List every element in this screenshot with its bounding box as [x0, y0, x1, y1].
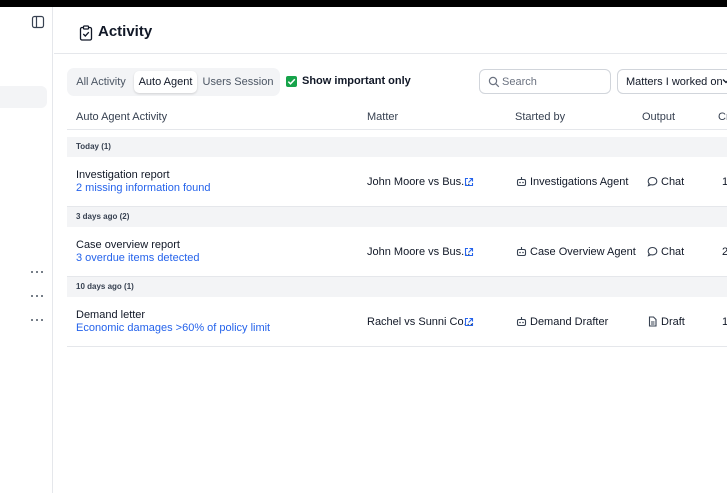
top-bar	[0, 0, 727, 7]
chevron-down-icon	[722, 79, 727, 84]
sidebar-toggle-icon[interactable]	[31, 15, 45, 29]
important-only-checkbox[interactable]	[286, 76, 297, 87]
group-label: 10 days ago (1)	[76, 282, 134, 291]
group-header: 3 days ago (2)	[67, 207, 727, 227]
matters-filter-label: Matters I worked on	[626, 76, 723, 88]
activity-title: Demand letter	[76, 309, 146, 321]
chat-bubble-icon	[647, 176, 658, 187]
tab-users-session[interactable]: Users Session	[200, 71, 276, 93]
main-panel: Activity All Activity Auto Agent Users S…	[54, 7, 727, 493]
output-type[interactable]: Chat	[661, 246, 684, 258]
table-row[interactable]: Demand letter Economic damages >60% of p…	[67, 298, 727, 347]
column-header-output[interactable]: Output	[642, 111, 675, 123]
external-link-icon[interactable]	[464, 247, 474, 257]
search-box[interactable]	[479, 69, 611, 94]
external-link-icon[interactable]	[464, 317, 474, 327]
robot-icon	[516, 177, 527, 187]
sidebar-active-item[interactable]	[0, 86, 47, 108]
more-horizontal-icon[interactable]	[31, 318, 43, 322]
matter-name: Rachel vs Sunni Co...	[367, 316, 473, 328]
column-header-started-by[interactable]: Started by	[515, 111, 565, 123]
search-input[interactable]	[502, 73, 602, 90]
page-title: Activity	[98, 23, 153, 40]
document-icon	[648, 316, 657, 327]
table-row[interactable]: Case overview report 3 overdue items det…	[67, 228, 727, 277]
column-header-matter[interactable]: Matter	[367, 111, 398, 123]
important-only-label: Show important only	[302, 75, 411, 87]
search-icon	[488, 76, 500, 88]
activity-title: Case overview report	[76, 239, 180, 251]
table-header: Auto Agent Activity Matter Started by Ou…	[67, 104, 727, 130]
group-header: Today (1)	[67, 137, 727, 157]
output-type[interactable]: Draft	[661, 316, 685, 328]
matter-name: John Moore vs Bus...	[367, 246, 471, 258]
created-value: 1	[722, 176, 727, 188]
group-label: 3 days ago (2)	[76, 212, 130, 221]
more-horizontal-icon[interactable]	[31, 294, 43, 298]
activity-detail-link[interactable]: Economic damages >60% of policy limit	[76, 322, 270, 334]
started-by-agent: Investigations Agent	[530, 176, 629, 188]
activity-detail-link[interactable]: 2 missing information found	[76, 182, 211, 194]
robot-icon	[516, 317, 527, 327]
output-type[interactable]: Chat	[661, 176, 684, 188]
chat-bubble-icon	[647, 246, 658, 257]
group-label: Today (1)	[76, 142, 111, 151]
activity-detail-link[interactable]: 3 overdue items detected	[76, 252, 200, 264]
page-header: Activity	[54, 7, 727, 54]
column-header-created[interactable]: Cr	[718, 111, 727, 123]
robot-icon	[516, 247, 527, 257]
tab-auto-agent[interactable]: Auto Agent	[134, 71, 197, 93]
clipboard-check-icon	[79, 25, 93, 41]
created-value: 2	[722, 246, 727, 258]
sidebar	[0, 7, 53, 493]
more-horizontal-icon[interactable]	[31, 270, 43, 274]
activity-title: Investigation report	[76, 169, 170, 181]
tab-all-activity[interactable]: All Activity	[70, 71, 132, 93]
table-row[interactable]: Investigation report 2 missing informati…	[67, 158, 727, 207]
column-header-activity[interactable]: Auto Agent Activity	[76, 111, 167, 123]
group-header: 10 days ago (1)	[67, 277, 727, 297]
started-by-agent: Demand Drafter	[530, 316, 609, 328]
matters-filter-dropdown[interactable]: Matters I worked on	[617, 69, 727, 94]
started-by-agent: Case Overview Agent	[530, 246, 636, 258]
created-value: 1,	[722, 316, 727, 328]
external-link-icon[interactable]	[464, 177, 474, 187]
activity-tabs: All Activity Auto Agent Users Session	[67, 68, 280, 96]
matter-name: John Moore vs Bus...	[367, 176, 471, 188]
